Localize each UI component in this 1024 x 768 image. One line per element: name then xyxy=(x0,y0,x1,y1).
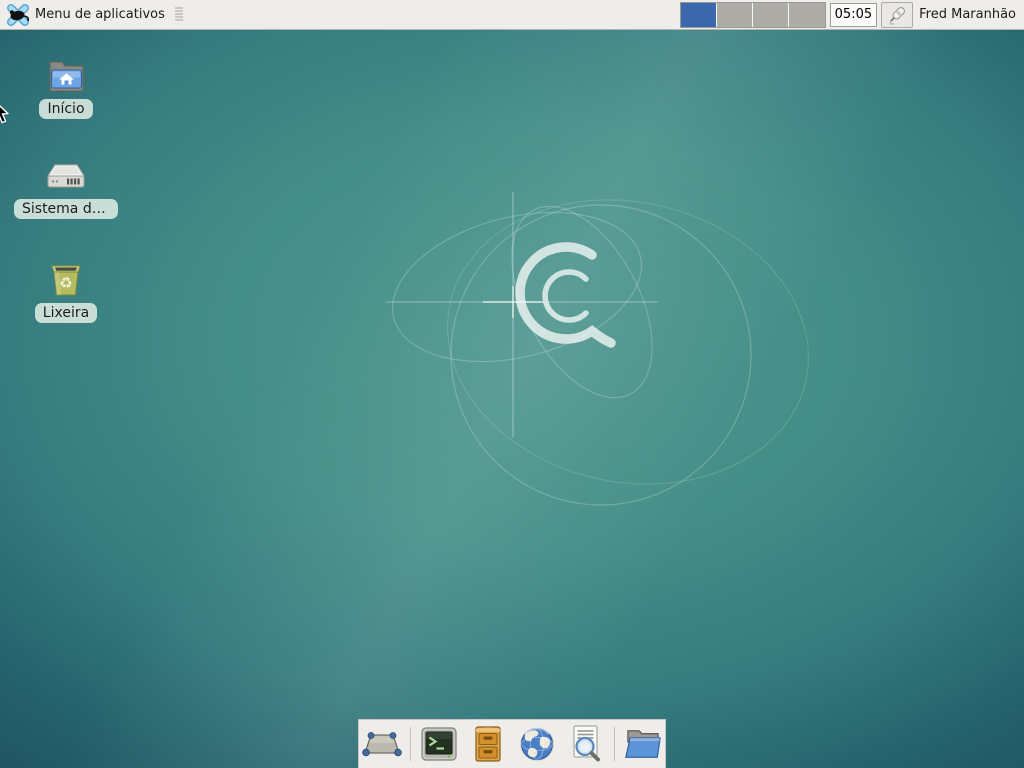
logged-in-user-name[interactable]: Fred Maranhão xyxy=(919,7,1016,22)
dock-show-desktop-button[interactable] xyxy=(361,723,403,765)
desktop-icon-label: Sistema de ... xyxy=(14,199,118,219)
workspace-4[interactable] xyxy=(789,3,825,27)
desktop-wallpaper xyxy=(0,0,1024,768)
dock-file-manager-button[interactable] xyxy=(622,723,664,765)
mouse-cursor-arrow xyxy=(0,100,15,126)
home-folder-icon xyxy=(45,58,87,94)
terminal-icon xyxy=(419,724,459,764)
file-cabinet-icon xyxy=(468,724,508,764)
workspace-3[interactable] xyxy=(753,3,789,27)
desktop-icon-home[interactable]: Início xyxy=(11,58,121,119)
workspace-switcher xyxy=(680,2,826,28)
applications-menu-button[interactable]: Menu de aplicativos xyxy=(0,0,173,29)
desktop-icon-filesystem[interactable]: Sistema de ... xyxy=(11,160,121,219)
panel-clock: 05:05 xyxy=(830,3,877,27)
dock-file-cabinet-button[interactable] xyxy=(467,723,509,765)
pointer-device-icon xyxy=(886,4,908,26)
folder-icon xyxy=(622,724,664,764)
bottom-dock-panel xyxy=(358,719,666,768)
panel-plugin-grip[interactable] xyxy=(175,7,183,22)
top-panel: Menu de aplicativos 05:05 Fred Maranhão xyxy=(0,0,1024,30)
clock-time: 05:05 xyxy=(835,7,872,22)
globe-icon xyxy=(516,723,558,765)
filesystem-drive-icon xyxy=(44,160,88,194)
trash-icon: ♻ xyxy=(45,260,87,298)
debian-lines-artwork xyxy=(0,0,1024,768)
applications-menu-label: Menu de aplicativos xyxy=(35,7,165,22)
document-search-icon xyxy=(565,723,607,765)
dock-separator xyxy=(410,727,411,761)
dock-separator xyxy=(614,727,615,761)
show-desktop-icon xyxy=(361,724,403,764)
dock-web-browser-button[interactable] xyxy=(516,723,558,765)
dock-terminal-button[interactable] xyxy=(418,723,460,765)
workspace-2[interactable] xyxy=(717,3,753,27)
xfce-debian-menu-icon xyxy=(6,3,30,27)
svg-text:♻: ♻ xyxy=(59,274,72,292)
user-actions-button[interactable] xyxy=(881,2,913,28)
desktop-icon-trash[interactable]: ♻ Lixeira xyxy=(11,260,121,323)
workspace-1[interactable] xyxy=(681,3,717,27)
dock-app-finder-button[interactable] xyxy=(565,723,607,765)
desktop-icon-label: Lixeira xyxy=(35,303,97,323)
desktop-icon-label: Início xyxy=(39,99,92,119)
